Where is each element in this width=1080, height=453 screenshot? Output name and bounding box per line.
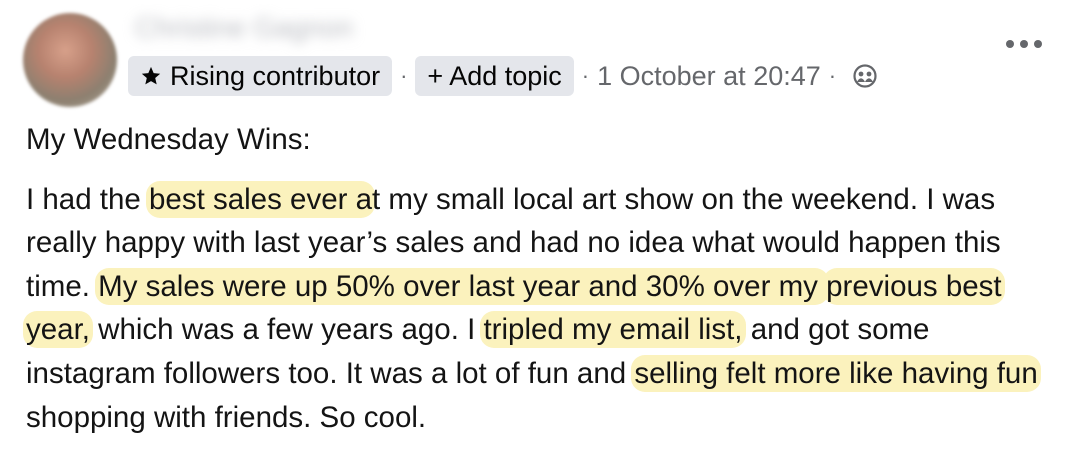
body-text: I had the xyxy=(26,182,150,216)
post-timestamp[interactable]: 1 October at 20:47 xyxy=(597,61,821,92)
separator-dot: · xyxy=(581,63,590,88)
highlighted-text: selling felt more like having fun xyxy=(631,354,1041,392)
star-icon xyxy=(140,65,162,87)
body-text: which was a few years ago. I xyxy=(89,313,484,347)
highlighted-text: tripled my email list, xyxy=(480,311,746,349)
highlighted-text: best sales ever a xyxy=(146,180,376,218)
author-name[interactable]: Christine Gagnon xyxy=(135,12,385,48)
post-intro: My Wednesday Wins: xyxy=(26,123,311,156)
post-meta: Rising contributor · + Add topic · 1 Oct… xyxy=(128,55,878,97)
rising-contributor-badge[interactable]: Rising contributor xyxy=(128,56,393,96)
globe-people-icon[interactable] xyxy=(852,63,878,89)
badge-label: Rising contributor xyxy=(170,60,381,91)
add-topic-button[interactable]: + Add topic xyxy=(415,56,574,96)
post-body: My Wednesday Wins: I had the best sales … xyxy=(23,118,1066,440)
separator-dot: · xyxy=(828,63,837,88)
post-text: I had the best sales ever at my small lo… xyxy=(23,178,1066,440)
separator-dot: · xyxy=(400,63,408,88)
add-topic-label: + Add topic xyxy=(427,60,562,91)
more-dots-icon[interactable] xyxy=(1006,40,1042,48)
avatar[interactable] xyxy=(23,13,117,107)
highlighted-text: My sales were up 50% over last year and … xyxy=(95,267,830,305)
body-text: shopping with friends. So cool. xyxy=(26,400,427,434)
